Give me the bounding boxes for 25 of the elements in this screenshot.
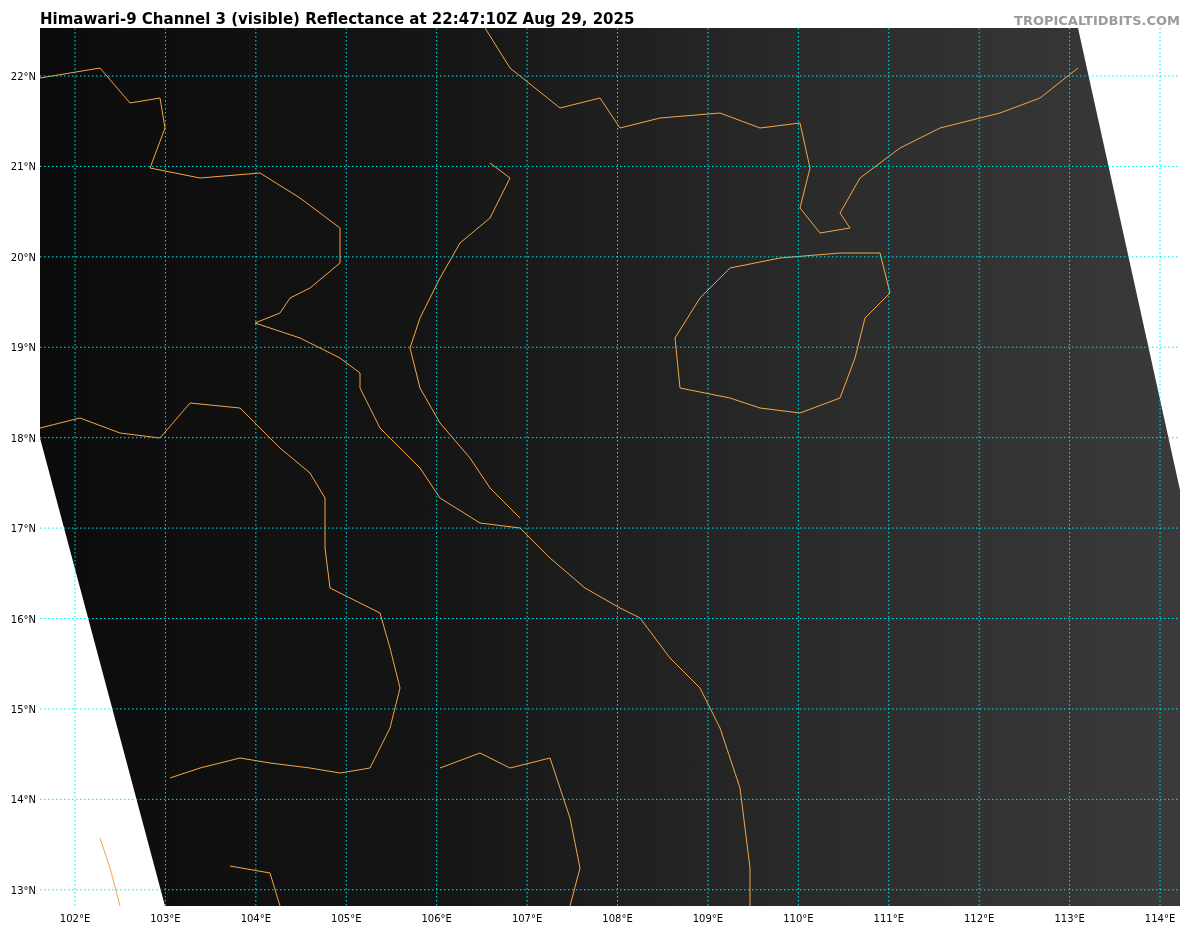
latitude-label: 19°N: [10, 341, 36, 353]
longitude-label: 105°E: [331, 913, 362, 924]
longitude-label: 112°E: [964, 913, 995, 924]
latitude-label: 14°N: [10, 793, 36, 805]
latitude-label: 15°N: [10, 703, 36, 715]
latitude-label: 16°N: [10, 613, 36, 624]
longitude-label: 111°E: [873, 913, 904, 924]
longitude-label: 104°E: [240, 913, 272, 924]
latitude-label: 20°N: [10, 251, 36, 263]
longitude-label: 103°E: [150, 913, 181, 924]
latitude-label: 13°N: [10, 884, 36, 896]
longitude-label: 107°E: [511, 913, 543, 924]
longitude-label: 109°E: [692, 913, 724, 924]
longitude-label: 108°E: [602, 913, 633, 924]
longitude-label: 114°E: [1144, 913, 1176, 924]
longitude-label: 106°E: [421, 913, 452, 924]
chart-title: Himawari-9 Channel 3 (visible) Reflectance at 22:47:10Z Aug 29, 2025: [40, 10, 635, 28]
latitude-label: 22°N: [10, 70, 36, 82]
latitude-label: 21°N: [10, 160, 36, 172]
site-credit: TROPICALTIDBITS.COM: [1014, 13, 1180, 28]
latitude-label: 18°N: [10, 432, 36, 444]
longitude-label: 113°E: [1054, 913, 1085, 924]
longitude-label: 110°E: [783, 913, 814, 924]
longitude-label: 102°E: [59, 913, 91, 924]
latitude-label: 17°N: [10, 522, 36, 534]
